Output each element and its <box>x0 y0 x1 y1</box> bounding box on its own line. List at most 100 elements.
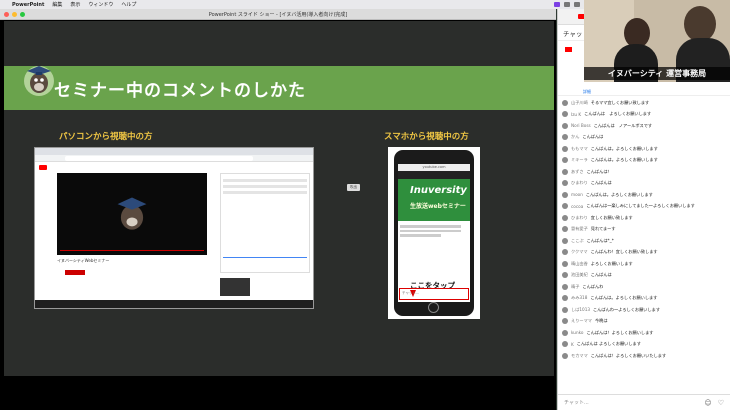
chat-message: しば1013 こんばんわ〜よろしくお願いします <box>558 304 730 316</box>
video-player <box>57 173 207 255</box>
mascot-dog-logo <box>24 66 54 96</box>
chat-author[interactable]: あずさ <box>571 169 584 175</box>
chat-text: こんばんわ！宜しくお願い致します <box>590 249 658 255</box>
chat-text: こんばんは <box>582 134 604 140</box>
heart-icon[interactable]: ♡ <box>718 399 724 407</box>
chat-author[interactable]: みみ318 <box>571 295 587 301</box>
avatar[interactable] <box>562 272 568 279</box>
chat-text: 今晩は <box>594 318 608 324</box>
slide-title-banner: セミナー中のコメントのしかた <box>4 66 554 110</box>
menu-help[interactable]: ヘルプ <box>121 1 136 8</box>
avatar[interactable] <box>562 180 568 187</box>
chat-text: こんばんは！よろしくお願いいたします <box>590 352 667 358</box>
brand-name: Inuversity <box>410 185 467 196</box>
chat-message: 池田美紀 こんばんは <box>558 270 730 282</box>
chat-author[interactable]: ミキーラ <box>571 157 588 163</box>
chat-message: Nori Boss こんばんは ノアールボスです <box>558 120 730 132</box>
youtube-logo-icon <box>565 47 572 52</box>
teams-icon[interactable] <box>554 2 560 7</box>
avatar[interactable] <box>562 249 568 256</box>
youtube-header <box>35 162 313 172</box>
chat-author[interactable]: ククママ <box>571 249 588 255</box>
slide[interactable]: セミナー中のコメントのしかた パソコンから視聴中の方 スマホから視聴中の方 イヌ… <box>4 21 554 376</box>
chat-message: あずさ こんばんは！ <box>558 166 730 178</box>
label-badge: 吹出 <box>347 184 360 191</box>
status-icon[interactable] <box>574 2 580 7</box>
chat-text: こんばんは*_* <box>586 237 614 243</box>
chat-message-list[interactable]: 山子川崎 そるママ宜しくお願い致します Izu K こんばんは よろしくお願いします N… <box>558 97 730 362</box>
details-link[interactable]: 詳細 <box>583 89 591 95</box>
avatar[interactable] <box>562 111 568 118</box>
chat-text: こんばんは。よろしくお願いします <box>590 295 658 301</box>
chat-message: cocoa こんばんは〜楽しみにしてました〜よろしくお願いします <box>558 201 730 213</box>
chat-author[interactable]: えりーママ <box>571 318 592 324</box>
slideshow-window: PowerPoint スライド ショー - [イヌバ活用(導入者向け)完成] セ… <box>0 9 556 410</box>
avatar[interactable] <box>562 145 568 152</box>
menu-edit[interactable]: 編集 <box>52 1 62 8</box>
avatar[interactable] <box>562 157 568 164</box>
avatar[interactable] <box>562 134 568 141</box>
chat-message: K こんばんは よろしくお願いします <box>558 339 730 351</box>
chat-author[interactable]: cocoa <box>571 204 583 209</box>
avatar[interactable] <box>562 352 568 359</box>
window-titlebar: PowerPoint スライド ショー - [イヌバ活用(導入者向け)完成] <box>0 9 556 20</box>
avatar[interactable] <box>562 329 568 336</box>
chat-author[interactable]: kunko <box>571 330 583 335</box>
chat-author[interactable]: 晴山由香 <box>571 261 588 267</box>
chat-author[interactable]: かん <box>571 134 579 140</box>
chat-message: ひまわり こんばんは <box>558 178 730 190</box>
avatar[interactable] <box>562 168 568 175</box>
phone-screen: youtube.com Inuversity 生放送webセミナー ここをタップ… <box>398 164 470 302</box>
phone-url: youtube.com <box>398 164 470 171</box>
smartphone-viewer-heading: スマホから視聴中の方 <box>384 132 469 142</box>
avatar[interactable] <box>562 226 568 233</box>
avatar[interactable] <box>562 341 568 348</box>
avatar[interactable] <box>562 318 568 325</box>
avatar[interactable] <box>562 237 568 244</box>
menu-app-name[interactable]: PowerPoint <box>12 2 44 8</box>
chat-message: かん こんばんは <box>558 132 730 144</box>
phone-frame: youtube.com Inuversity 生放送webセミナー ここをタップ… <box>394 150 474 316</box>
menu-view[interactable]: 表示 <box>70 1 80 8</box>
chat-author[interactable]: Nori Boss <box>571 123 591 128</box>
emoji-icon[interactable]: ☺ <box>704 399 711 407</box>
video-thumbnail <box>220 278 250 296</box>
avatar[interactable] <box>562 306 568 313</box>
chat-author[interactable]: Izu K <box>571 112 581 117</box>
home-button-icon <box>428 302 439 313</box>
status-icon[interactable] <box>564 2 570 7</box>
chat-message: ももママ こんばんは。よろしくお願いします <box>558 143 730 155</box>
phone-video: Inuversity 生放送webセミナー <box>398 179 470 221</box>
avatar[interactable] <box>562 99 568 106</box>
chat-author[interactable]: ひまわり <box>571 215 588 221</box>
chat-author[interactable]: 池田美紀 <box>571 272 588 278</box>
menu-window[interactable]: ウィンドウ <box>88 1 113 8</box>
avatar[interactable] <box>562 203 568 210</box>
chat-message: moon こんばんは。よろしくお願いします <box>558 189 730 201</box>
presenter-man <box>684 6 716 42</box>
chat-input[interactable]: チャット... ☺ ♡ <box>558 394 730 410</box>
chat-author[interactable]: 冒有愛子 <box>571 226 588 232</box>
avatar[interactable] <box>562 191 568 198</box>
chat-text: こんばんは！ <box>586 168 612 174</box>
chat-author[interactable]: ひまわり <box>571 180 588 186</box>
avatar[interactable] <box>562 283 568 290</box>
mascot-dog-logo <box>117 197 147 230</box>
browser-address-bar <box>35 155 313 162</box>
phone-chat-input: チャット... <box>399 288 469 300</box>
chat-text: こんばんは〜楽しみにしてました〜よろしくお願いします <box>586 203 695 209</box>
chat-author[interactable]: moon <box>571 192 583 197</box>
avatar[interactable] <box>562 260 568 267</box>
avatar[interactable] <box>562 122 568 129</box>
chat-author[interactable]: ここぷ <box>571 238 584 244</box>
chat-author[interactable]: K <box>571 342 574 347</box>
chat-author[interactable]: ももママ <box>571 146 588 152</box>
chat-author[interactable]: 晴子 <box>571 284 579 290</box>
chat-text: こんばんわ <box>582 283 604 289</box>
chat-author[interactable]: しば1013 <box>571 307 590 313</box>
avatar[interactable] <box>562 214 568 221</box>
chat-author[interactable]: 山子川崎 <box>571 100 588 106</box>
chat-message: Izu K こんばんは よろしくお願いします <box>558 109 730 121</box>
chat-author[interactable]: モカママ <box>571 353 588 359</box>
avatar[interactable] <box>562 295 568 302</box>
